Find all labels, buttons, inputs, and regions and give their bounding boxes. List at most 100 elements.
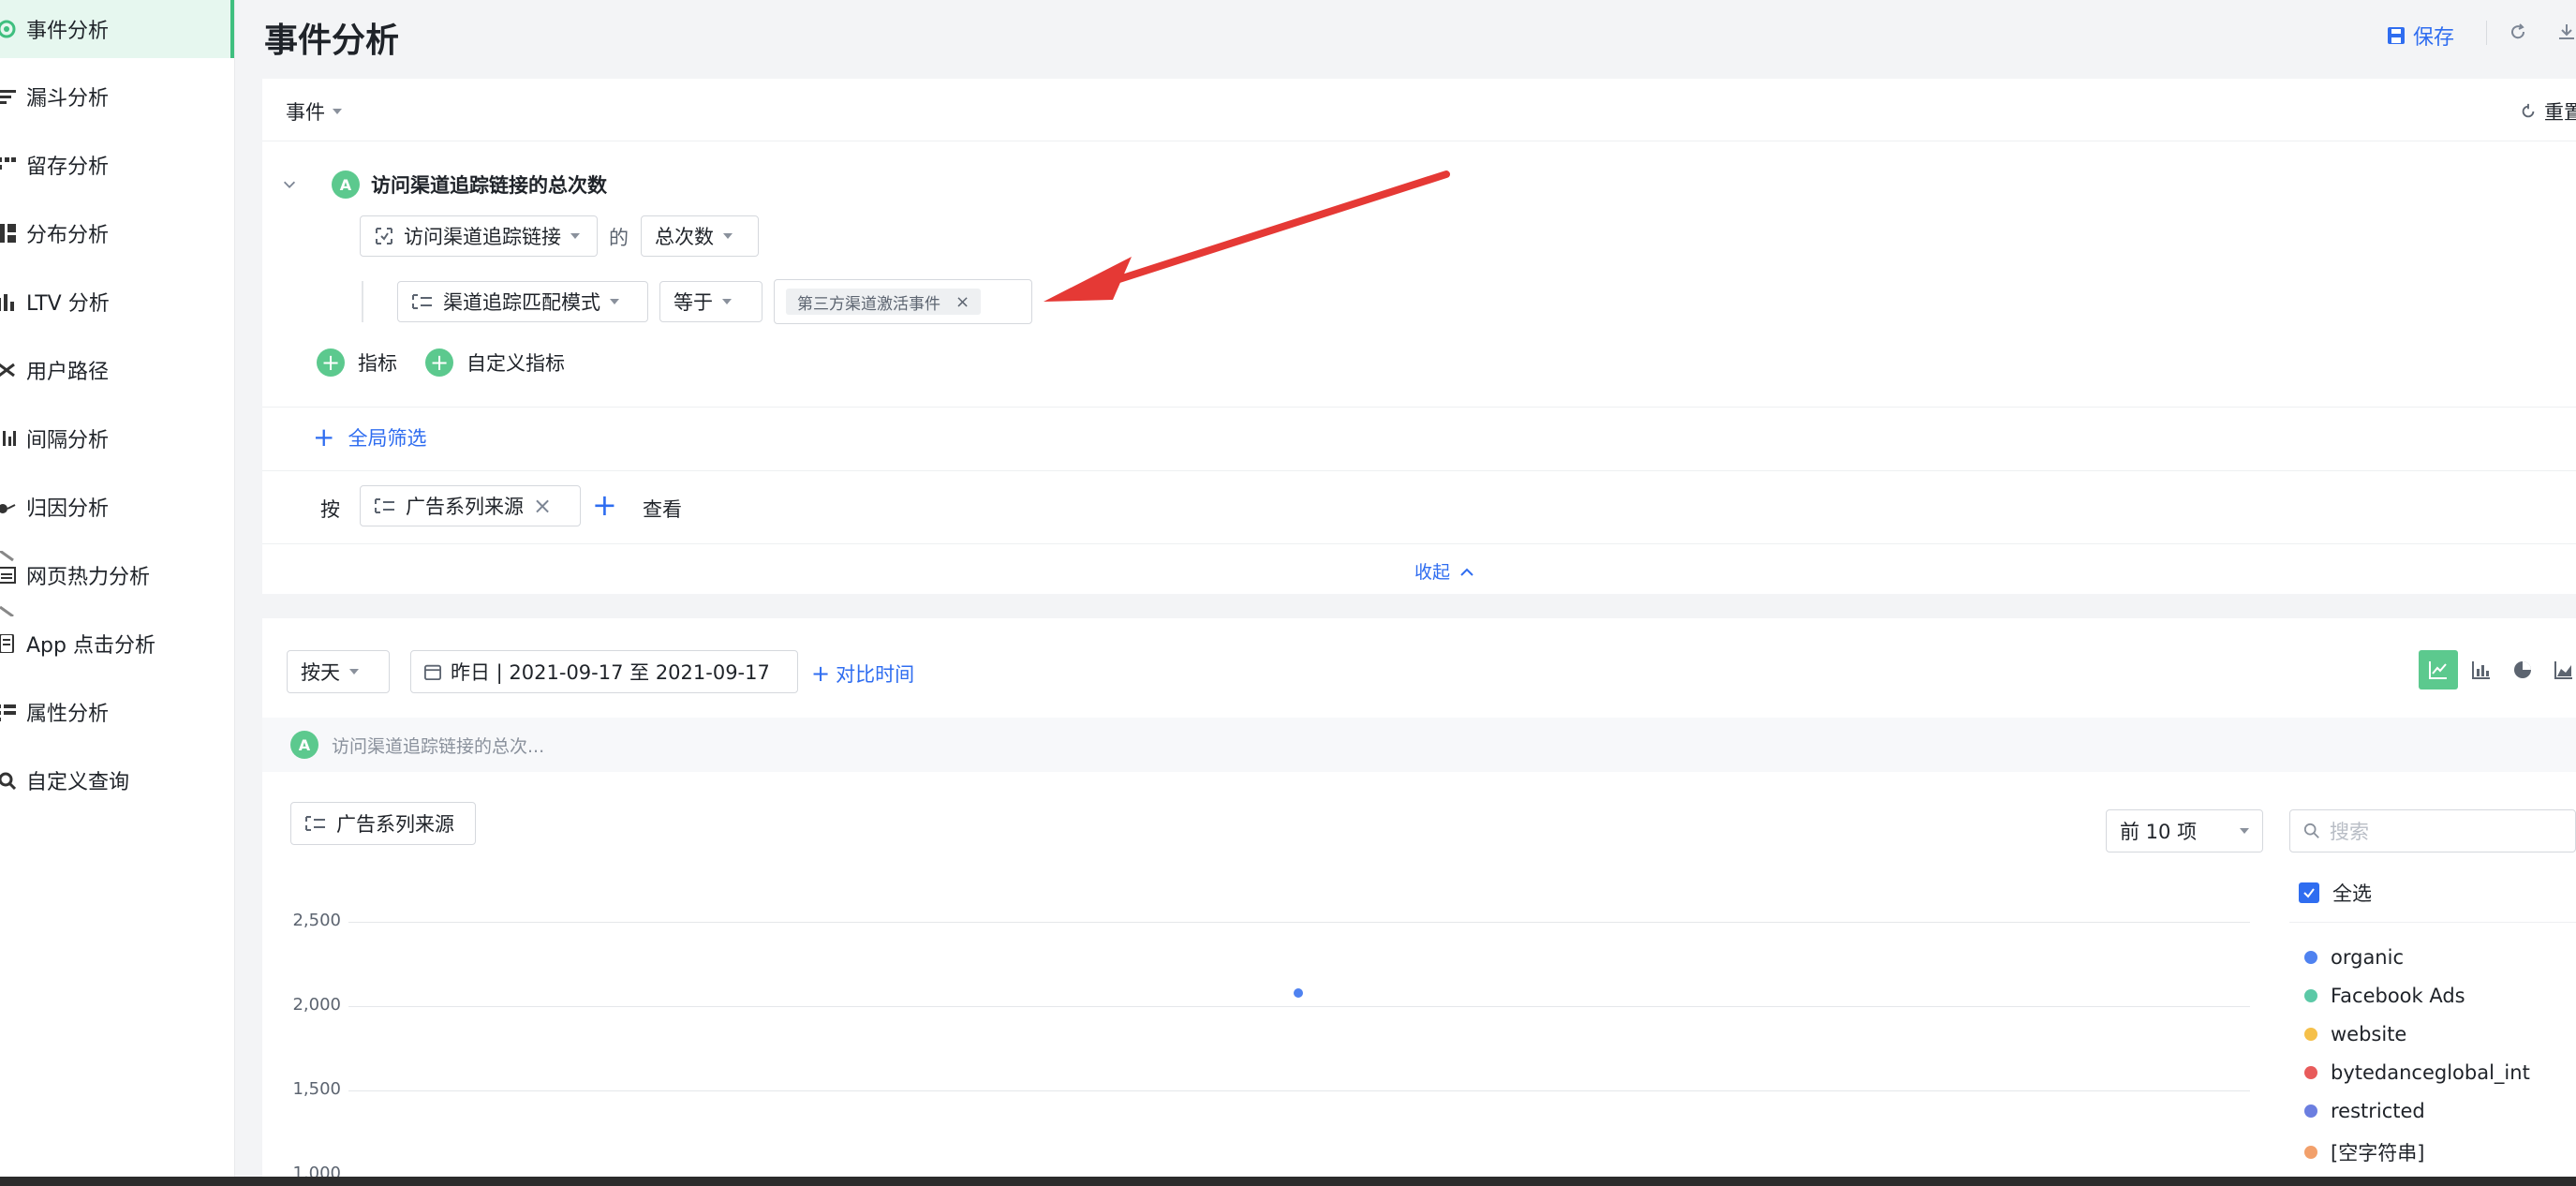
- chevron-down-icon: [610, 299, 619, 304]
- legend-item[interactable]: organic: [2304, 946, 2404, 969]
- bar-chart-button[interactable]: [2462, 650, 2501, 689]
- close-icon[interactable]: ×: [533, 493, 552, 519]
- top-n-dropdown[interactable]: 前 10 项: [2106, 809, 2263, 852]
- reset-button-label: 重置: [2544, 101, 2576, 124]
- filter-connector: [362, 281, 363, 322]
- compare-time-button[interactable]: + 对比时间: [811, 660, 914, 688]
- panel-divider: [262, 470, 2576, 471]
- panel-divider: [262, 407, 2576, 408]
- filter-property-dropdown[interactable]: 渠道追踪匹配模式: [397, 281, 648, 322]
- legend-item[interactable]: website: [2304, 1023, 2406, 1045]
- filter-value-input[interactable]: 第三方渠道激活事件 ×: [774, 279, 1032, 324]
- chevron-down-icon: [570, 233, 580, 239]
- sidebar-item-event-analysis[interactable]: 事件分析: [0, 0, 234, 58]
- collapse-button[interactable]: 收起: [1414, 558, 1474, 584]
- filter-operator-label: 等于: [674, 291, 713, 314]
- line-chart-button[interactable]: [2419, 650, 2458, 689]
- legend-item[interactable]: Facebook Ads: [2304, 985, 2465, 1007]
- sidebar-item-label: LTV 分析: [26, 292, 110, 316]
- add-group-by-button[interactable]: +: [592, 487, 617, 523]
- date-range-picker[interactable]: 昨日 | 2021-09-17 至 2021-09-17: [410, 650, 798, 693]
- reset-button[interactable]: 重置: [2520, 97, 2576, 126]
- collapse-label: 收起: [1414, 562, 1451, 583]
- save-button[interactable]: 保存: [2387, 21, 2454, 51]
- sidebar-item-label: 分布分析: [26, 224, 110, 247]
- group-by-property-label: 广告系列来源: [406, 496, 524, 518]
- aggregation-dropdown[interactable]: 总次数: [641, 215, 759, 257]
- event-type-dropdown[interactable]: 事件: [286, 97, 342, 126]
- sidebar-item-funnel[interactable]: 漏斗分析: [0, 67, 234, 126]
- annotation-arrow-icon: [1044, 170, 1450, 302]
- sidebar-item-label: 属性分析: [26, 703, 110, 726]
- plus-icon: +: [313, 422, 335, 452]
- sidebar-item-label: 间隔分析: [26, 429, 110, 452]
- legend-dot: [2304, 1146, 2317, 1159]
- select-all-checkbox[interactable]: 全选: [2299, 879, 2372, 907]
- metric-row: A 访问渠道追踪链接的总次数: [281, 170, 607, 199]
- add-metric-label: 指标: [358, 352, 397, 375]
- sidebar-item-retention[interactable]: 留存分析: [0, 136, 234, 194]
- granularity-dropdown[interactable]: 按天: [287, 650, 390, 693]
- property-tag-icon: [412, 294, 432, 309]
- group-by-prefix: 按: [320, 498, 340, 521]
- event-icon: [376, 228, 392, 245]
- property-icon: [0, 702, 19, 722]
- legend-item[interactable]: restricted: [2304, 1100, 2425, 1122]
- metric-title[interactable]: 访问渠道追踪链接的总次数: [371, 170, 607, 199]
- sidebar-item-interval[interactable]: 间隔分析: [0, 409, 234, 467]
- legend-label: Facebook Ads: [2331, 985, 2465, 1007]
- sidebar-item-ltv[interactable]: LTV 分析: [0, 273, 234, 331]
- legend-dot: [2304, 1066, 2317, 1079]
- chevron-down-icon: [723, 233, 733, 239]
- chevron-down-icon: [349, 669, 359, 675]
- search-icon: [2303, 823, 2319, 838]
- legend-label: organic: [2331, 946, 2405, 969]
- header-divider: [2486, 21, 2487, 45]
- aggregation-label: 总次数: [655, 226, 714, 248]
- event-type-label: 事件: [286, 101, 325, 124]
- sidebar-item-app-click[interactable]: App 点击分析: [0, 615, 234, 673]
- select-all-label: 全选: [2332, 882, 2372, 905]
- chevron-up-icon: [1460, 568, 1473, 576]
- distribution-icon: [0, 223, 19, 244]
- download-icon[interactable]: [2555, 21, 2576, 43]
- calendar-icon: [424, 664, 441, 680]
- area-chart-button[interactable]: [2544, 650, 2576, 689]
- plus-icon: +: [425, 348, 453, 377]
- sidebar-item-label: 归因分析: [26, 497, 110, 521]
- chevron-down-icon[interactable]: [281, 176, 298, 193]
- legend-label: [空字符串]: [2331, 1142, 2425, 1164]
- group-by-property-chip[interactable]: 广告系列来源 ×: [360, 485, 581, 526]
- sidebar-item-attribution[interactable]: 归因分析: [0, 478, 234, 536]
- pie-chart-button[interactable]: [2503, 650, 2542, 689]
- y-tick-label: 2,500: [292, 911, 341, 930]
- add-custom-metric-button[interactable]: + 自定义指标: [425, 348, 565, 377]
- add-metric-button[interactable]: + 指标: [317, 348, 397, 377]
- sidebar: 事件分析 漏斗分析 留存分析 分布分析 LTV 分析 用户路径 间隔分析 归因分…: [0, 0, 235, 1186]
- sidebar-item-custom-query[interactable]: 自定义查询: [0, 751, 234, 809]
- event-dropdown[interactable]: 访问渠道追踪链接: [360, 215, 598, 257]
- global-filter-label: 全局筛选: [348, 427, 427, 450]
- sidebar-item-heatmap[interactable]: 网页热力分析: [0, 546, 234, 604]
- legend-divider: [2289, 922, 2576, 923]
- chevron-down-icon: [333, 109, 342, 114]
- legend-search-input[interactable]: 搜索: [2289, 809, 2576, 852]
- sidebar-item-user-path[interactable]: 用户路径: [0, 341, 234, 399]
- funnel-icon: [0, 86, 19, 107]
- plus-icon: +: [317, 348, 345, 377]
- group-tag-label: 广告系列来源: [336, 813, 454, 836]
- group-tag-chip[interactable]: 广告系列来源: [290, 802, 476, 845]
- reset-icon: [2522, 103, 2535, 118]
- data-point[interactable]: [1294, 987, 1303, 998]
- refresh-icon[interactable]: [2507, 21, 2529, 43]
- legend-dot: [2304, 1028, 2317, 1041]
- filter-operator-dropdown[interactable]: 等于: [659, 281, 762, 322]
- sidebar-item-property[interactable]: 属性分析: [0, 683, 234, 741]
- sidebar-item-distribution[interactable]: 分布分析: [0, 204, 234, 262]
- legend-item[interactable]: bytedanceglobal_int: [2304, 1061, 2530, 1084]
- legend-dot: [2304, 951, 2317, 964]
- close-icon[interactable]: ×: [955, 292, 970, 312]
- legend-item[interactable]: [空字符串]: [2304, 1138, 2424, 1166]
- global-filter-button[interactable]: + 全局筛选: [313, 423, 426, 452]
- y-tick-label: 1,500: [292, 1079, 341, 1099]
